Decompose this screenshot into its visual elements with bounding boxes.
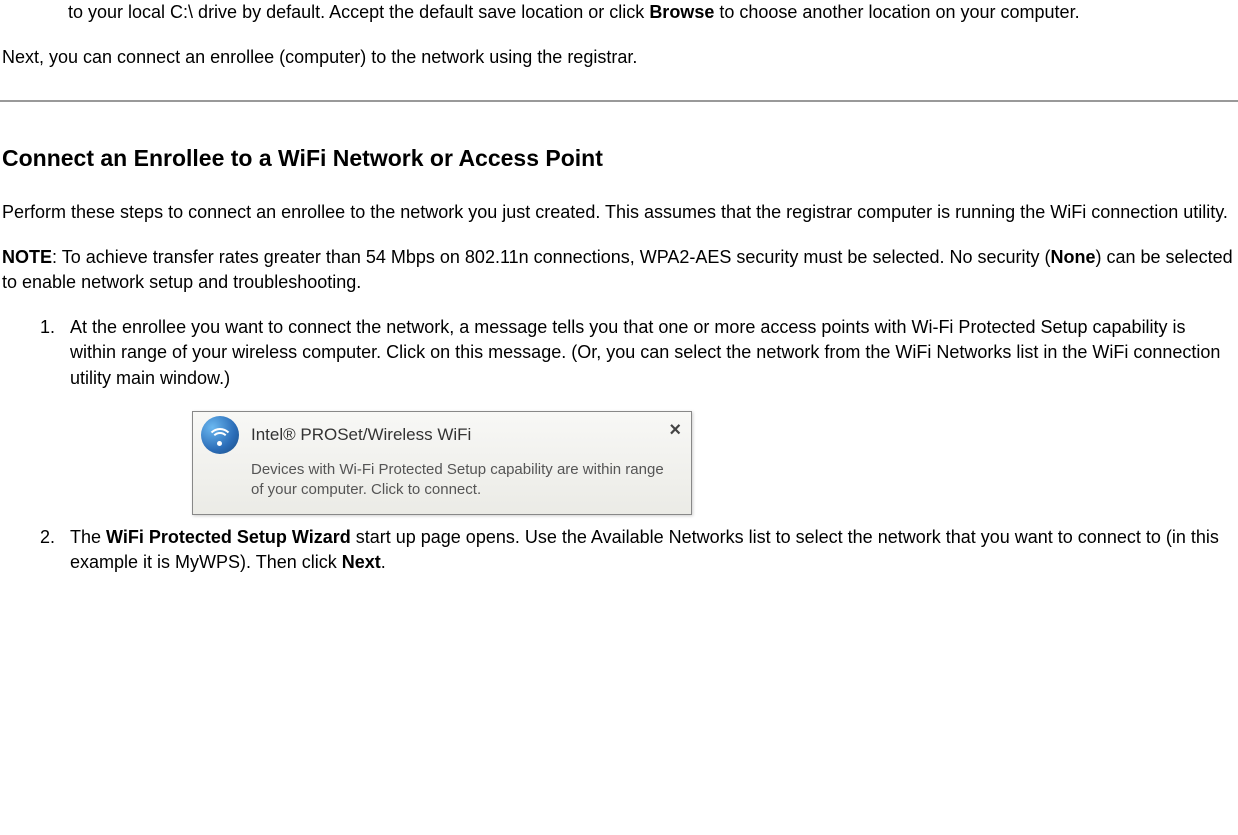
lead-paragraph: Next, you can connect an enrollee (compu… xyxy=(2,45,1236,70)
close-icon[interactable]: × xyxy=(665,416,685,444)
section-heading: Connect an Enrollee to a WiFi Network or… xyxy=(2,142,1236,174)
notification-title: Intel® PROSet/Wireless WiFi xyxy=(251,423,665,447)
note-none: None xyxy=(1051,247,1096,267)
note-before: : To achieve transfer rates greater than… xyxy=(52,247,1051,267)
note-paragraph: NOTE: To achieve transfer rates greater … xyxy=(2,245,1236,295)
steps-list: At the enrollee you want to connect the … xyxy=(2,315,1236,575)
wifi-icon xyxy=(201,416,239,454)
perform-paragraph: Perform these steps to connect an enroll… xyxy=(2,200,1236,225)
step-1-text: At the enrollee you want to connect the … xyxy=(70,317,1220,387)
section-divider xyxy=(0,100,1238,102)
step-2-before: The xyxy=(70,527,106,547)
step-1: At the enrollee you want to connect the … xyxy=(60,315,1236,515)
step-2-after: . xyxy=(381,552,386,572)
notification-body: Devices with Wi-Fi Protected Setup capab… xyxy=(193,456,691,515)
intro-text-after: to choose another location on your compu… xyxy=(714,2,1079,22)
intro-fragment-paragraph: to your local C:\ drive by default. Acce… xyxy=(68,0,1228,25)
note-label: NOTE xyxy=(2,247,52,267)
step-2-next: Next xyxy=(342,552,381,572)
browse-word: Browse xyxy=(649,2,714,22)
step-2-wizard: WiFi Protected Setup Wizard xyxy=(106,527,351,547)
intro-text-before: to your local C:\ drive by default. Acce… xyxy=(68,2,649,22)
wifi-notification-popup[interactable]: Intel® PROSet/Wireless WiFi × Devices wi… xyxy=(192,411,692,516)
step-2: The WiFi Protected Setup Wizard start up… xyxy=(60,525,1236,575)
